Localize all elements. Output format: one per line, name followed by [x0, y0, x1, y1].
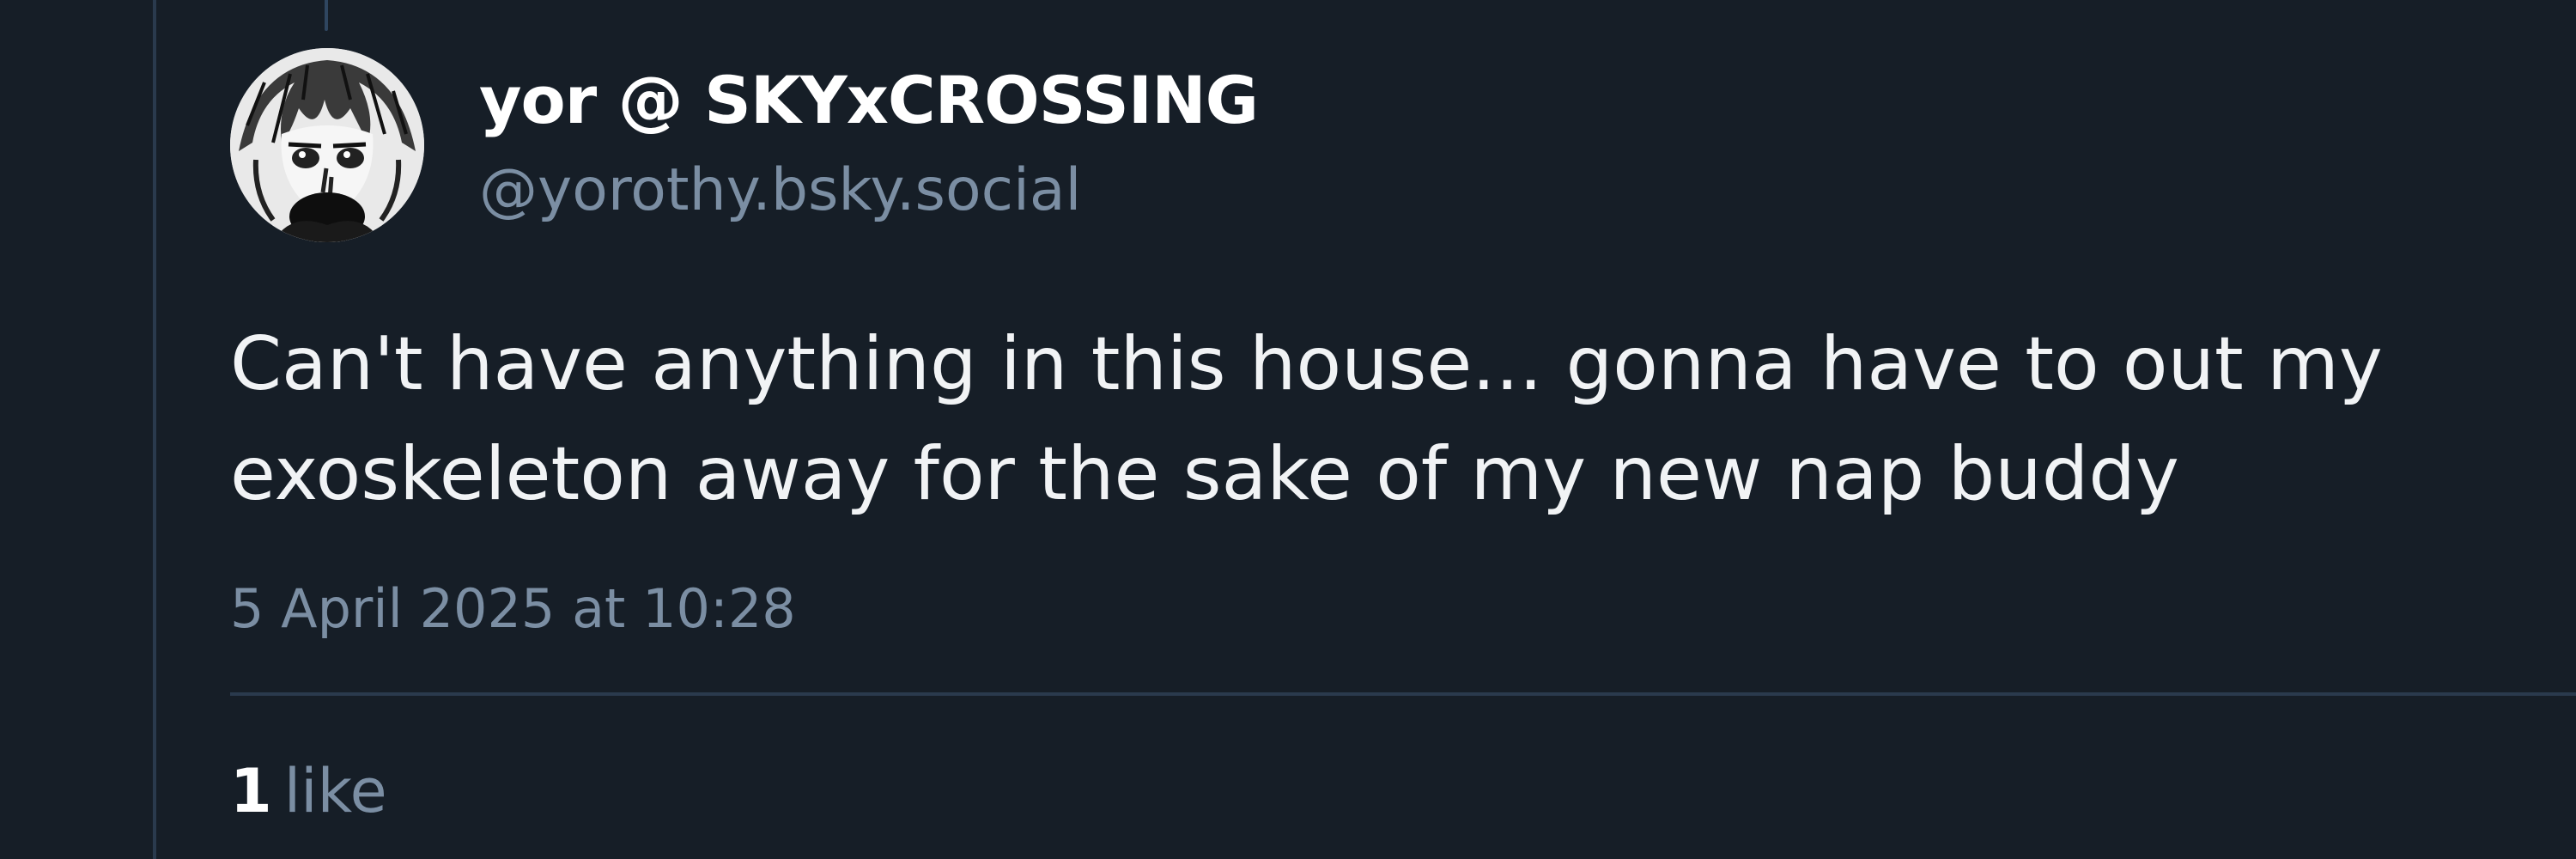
author-avatar[interactable]	[230, 48, 424, 242]
likes-link[interactable]: 1 like	[230, 756, 387, 826]
author-display-name[interactable]: yor @ SKYxCROSSING	[479, 62, 1259, 138]
post-timestamp[interactable]: 5 April 2025 at 10:28	[230, 577, 796, 640]
like-count: 1	[230, 756, 272, 826]
column-border	[153, 0, 156, 859]
divider	[230, 692, 2576, 696]
author-handle[interactable]: @yorothy.bsky.social	[479, 156, 1081, 224]
post-text: Can't have anything in this house... gon…	[230, 321, 2383, 517]
like-label: like	[283, 756, 387, 826]
post: yor @ SKYxCROSSING @yorothy.bsky.social …	[230, 0, 2576, 859]
manga-character-avatar-icon	[230, 48, 424, 242]
